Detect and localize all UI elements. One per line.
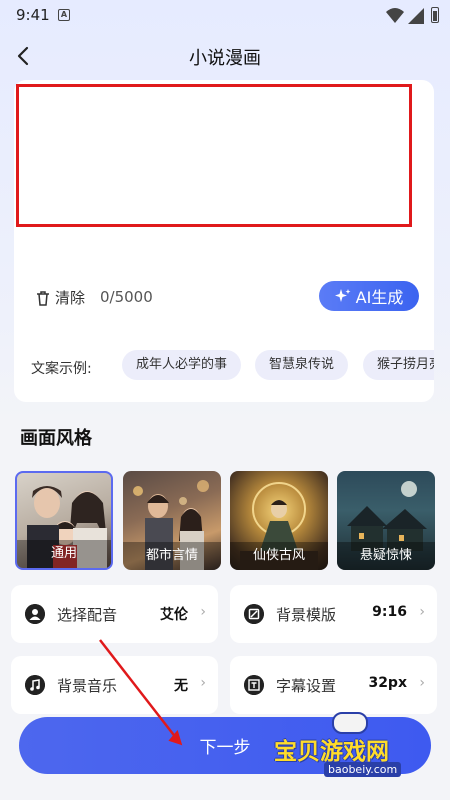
watermark-url: baobeiy.com bbox=[324, 762, 402, 777]
example-chip[interactable]: 猴子捞月亮 bbox=[363, 350, 434, 380]
option-label: 字幕设置 bbox=[276, 677, 337, 695]
page-title: 小说漫画 bbox=[189, 48, 261, 69]
top-bar: 小说漫画 bbox=[0, 36, 450, 76]
option-value: 9:16 bbox=[372, 604, 407, 620]
music-option[interactable]: 背景音乐 无 › bbox=[11, 656, 218, 714]
person-icon bbox=[25, 604, 45, 624]
wifi-icon bbox=[386, 8, 404, 23]
style-label: 仙侠古风 bbox=[230, 542, 328, 570]
music-icon bbox=[25, 675, 45, 695]
style-label: 悬疑惊悚 bbox=[337, 542, 435, 570]
voice-option[interactable]: 选择配音 艾伦 › bbox=[11, 585, 218, 643]
template-icon bbox=[244, 604, 264, 624]
watermark: 宝贝游戏网 baobeiy.com bbox=[274, 706, 450, 786]
examples-row: 文案示例: 成年人必学的事 智慧泉传说 猴子捞月亮 bbox=[31, 350, 434, 384]
battery-icon bbox=[431, 7, 439, 23]
chevron-right-icon: › bbox=[200, 675, 206, 691]
option-label: 背景模版 bbox=[276, 606, 337, 624]
ai-generate-label: AI生成 bbox=[355, 288, 404, 307]
gamepad-logo-icon bbox=[332, 712, 368, 734]
option-value: 32px bbox=[368, 675, 407, 691]
chevron-right-icon: › bbox=[419, 675, 425, 691]
status-time: 9:41 bbox=[16, 6, 50, 24]
chevron-right-icon: › bbox=[419, 604, 425, 620]
template-option[interactable]: 背景模版 9:16 › bbox=[230, 585, 437, 643]
style-tile-urban-romance[interactable]: 都市言情 bbox=[123, 471, 221, 570]
status-bar: 9:41 A bbox=[0, 0, 450, 32]
style-tile-general[interactable]: 通用 bbox=[15, 471, 113, 570]
option-label: 背景音乐 bbox=[57, 677, 118, 695]
style-section-title: 画面风格 bbox=[20, 428, 92, 449]
watermark-text: 宝贝游戏网 bbox=[274, 739, 389, 765]
trash-icon bbox=[37, 290, 49, 306]
example-chip[interactable]: 智慧泉传说 bbox=[255, 350, 349, 380]
text-input-card: 清除 0/5000 AI生成 文案示例: 成年人必学的事 智慧泉传说 猴子捞月亮 bbox=[14, 80, 434, 402]
option-label: 选择配音 bbox=[57, 606, 118, 624]
notification-a-icon: A bbox=[58, 9, 70, 21]
ai-generate-button[interactable]: AI生成 bbox=[319, 281, 419, 311]
example-chip[interactable]: 成年人必学的事 bbox=[122, 350, 242, 380]
subtitle-icon bbox=[244, 675, 264, 695]
style-tile-xianxia[interactable]: 仙侠古风 bbox=[230, 471, 328, 570]
clear-label: 清除 bbox=[55, 289, 86, 307]
sparkle-icon bbox=[334, 289, 351, 302]
style-list: 通用 都市言情 仙侠古风 悬疑惊悚 bbox=[15, 471, 450, 571]
style-tile-suspense[interactable]: 悬疑惊悚 bbox=[337, 471, 435, 570]
char-count: 0/5000 bbox=[100, 288, 153, 306]
clear-button[interactable]: 清除 bbox=[34, 287, 85, 308]
next-step-label: 下一步 bbox=[199, 738, 251, 758]
examples-label: 文案示例: bbox=[31, 361, 92, 377]
text-input-area[interactable] bbox=[16, 84, 412, 227]
style-label: 通用 bbox=[17, 540, 111, 568]
option-value: 艾伦 bbox=[160, 607, 188, 623]
signal-icon bbox=[408, 8, 424, 24]
option-value: 无 bbox=[174, 678, 188, 694]
style-label: 都市言情 bbox=[123, 542, 221, 570]
chevron-right-icon: › bbox=[200, 604, 206, 620]
